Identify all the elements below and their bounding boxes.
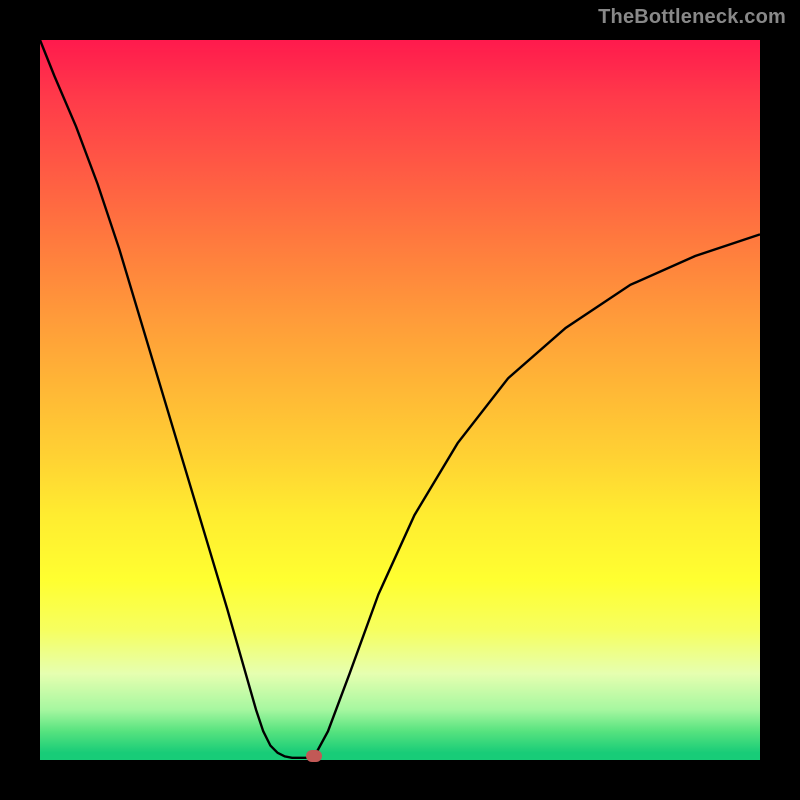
watermark-label: TheBottleneck.com	[598, 6, 786, 29]
bottleneck-curve	[40, 40, 760, 760]
chart-frame: TheBottleneck.com	[0, 0, 800, 800]
curve-path	[40, 40, 760, 758]
plot-area	[40, 40, 760, 760]
optimal-point-marker	[306, 750, 322, 762]
